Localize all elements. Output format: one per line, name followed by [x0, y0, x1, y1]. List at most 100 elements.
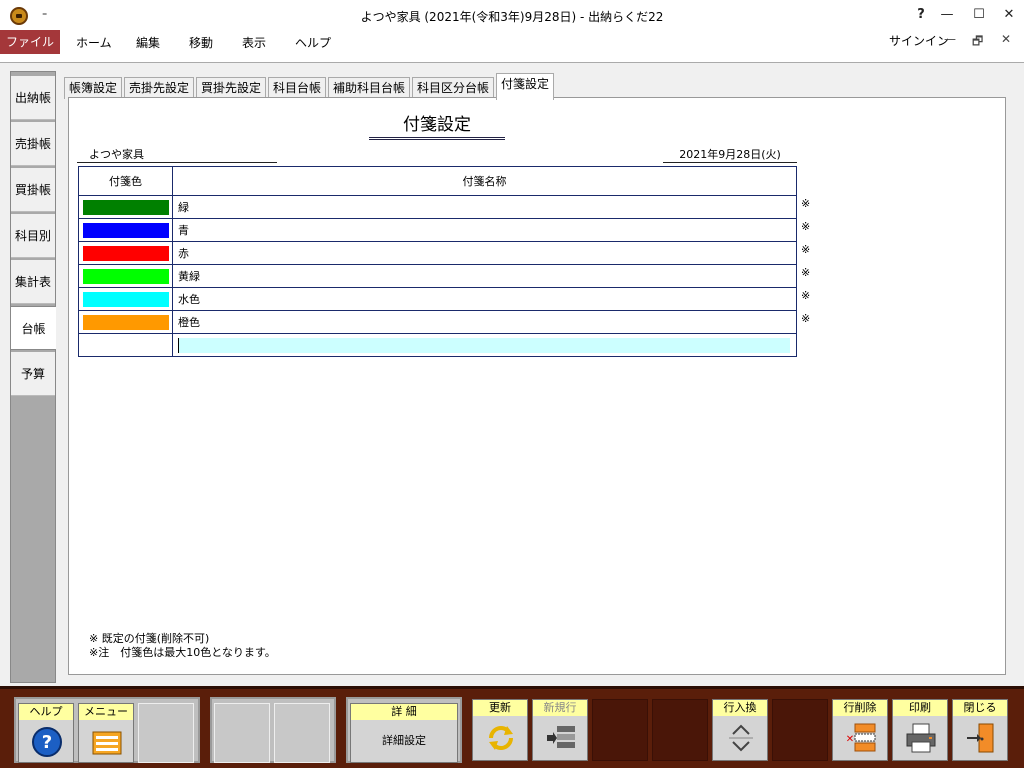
close-button[interactable]: 閉じる: [952, 699, 1008, 761]
new-row-icon: [547, 726, 575, 748]
table-row[interactable]: 水色: [78, 287, 797, 311]
title-bar: ₌ よつや家具 (2021年(令和3年)9月28日) - 出納らくだ22 ? —…: [0, 0, 1024, 30]
table-row[interactable]: 青: [78, 218, 797, 242]
minimize-button[interactable]: —: [932, 4, 962, 26]
color-swatch[interactable]: [82, 268, 169, 284]
sidebar-item-by-account[interactable]: 科目別: [11, 214, 55, 258]
table-row[interactable]: 橙色: [78, 310, 797, 334]
sub-close-button[interactable]: ✕: [1001, 32, 1011, 46]
detail-button-label: 詳 細: [351, 704, 457, 720]
refresh-button-label: 更新: [473, 700, 527, 716]
tab-account-category-ledger[interactable]: 科目区分台帳: [412, 77, 495, 99]
sidebar-item-cashbook[interactable]: 出納帳: [11, 76, 55, 120]
refresh-button[interactable]: 更新: [472, 699, 528, 761]
color-cell[interactable]: [78, 241, 173, 265]
sidebar: 出納帳 売掛帳 買掛帳 科目別 集計表 台帳 予算: [10, 71, 56, 683]
empty-slot: [214, 703, 270, 763]
color-cell[interactable]: [78, 310, 173, 334]
delete-row-icon: ✕: [846, 723, 876, 752]
sub-minimize-button[interactable]: —: [944, 32, 956, 46]
default-mark: ※: [801, 243, 811, 256]
sidebar-item-summary[interactable]: 集計表: [11, 260, 55, 304]
delete-row-button[interactable]: 行削除 ✕: [832, 699, 888, 761]
detail-button[interactable]: 詳 細 詳細設定: [350, 703, 458, 763]
color-swatch[interactable]: [82, 291, 169, 307]
tag-name-cell[interactable]: 水色: [172, 287, 797, 311]
help-button-label: ヘルプ: [19, 704, 73, 720]
content-area: 帳簿設定 売掛先設定 買掛先設定 科目台帳 補助科目台帳 科目区分台帳 付箋設定…: [62, 71, 1012, 683]
color-cell[interactable]: [78, 195, 173, 219]
empty-slot: [592, 699, 648, 761]
menu-move[interactable]: 移動: [189, 34, 213, 51]
toolbar-group-detail: 詳 細 詳細設定: [346, 697, 462, 763]
sidebar-item-ledger[interactable]: 台帳: [10, 306, 56, 350]
sidebar-item-budget[interactable]: 予算: [11, 352, 55, 396]
note-max-colors: ※注 付箋色は最大10色となります。: [89, 646, 276, 659]
menu-edit[interactable]: 編集: [136, 34, 160, 51]
new-tag-name-cell[interactable]: [172, 333, 797, 357]
sidebar-item-receivables[interactable]: 売掛帳: [11, 122, 55, 166]
delete-row-button-label: 行削除: [833, 700, 887, 716]
swap-rows-button-label: 行入換: [713, 700, 767, 716]
swap-arrows-icon: [729, 724, 753, 752]
menu-icon: [92, 731, 122, 755]
empty-slot: [274, 703, 330, 763]
tag-name-cell[interactable]: 青: [172, 218, 797, 242]
tag-name-cell[interactable]: 緑: [172, 195, 797, 219]
color-swatch[interactable]: [82, 222, 169, 238]
bottom-toolbar: ヘルプ ? メニュー 詳 細 詳細設定 更新 新規行 行入換 行削除 ✕ 印刷 …: [0, 686, 1024, 768]
tag-name-cell[interactable]: 黄緑: [172, 264, 797, 288]
menu-button[interactable]: メニュー: [78, 703, 134, 763]
exit-door-icon: [967, 723, 994, 753]
note-default-tags: ※ 既定の付箋(削除不可): [89, 632, 210, 645]
tag-settings-panel: 付箋設定 よつや家具 2021年9月28日(火) 付箋色 付箋名称 緑 青 赤 …: [68, 97, 1006, 675]
empty-slot: [138, 703, 194, 763]
svg-text:✕: ✕: [846, 734, 854, 745]
tab-sub-account-ledger[interactable]: 補助科目台帳: [328, 77, 411, 99]
svg-text:?: ?: [42, 732, 52, 753]
tag-name-cell[interactable]: 橙色: [172, 310, 797, 334]
table-header-row: 付箋色 付箋名称: [78, 166, 797, 196]
color-swatch[interactable]: [82, 314, 169, 330]
new-table-row[interactable]: [78, 333, 797, 357]
tab-payable-settings[interactable]: 買掛先設定: [196, 77, 267, 99]
detail-settings-text: 詳細設定: [382, 734, 426, 747]
tag-name-cell[interactable]: 赤: [172, 241, 797, 265]
color-swatch[interactable]: [82, 199, 169, 215]
sub-restore-button[interactable]: 🗗: [972, 32, 983, 53]
printer-icon: [906, 723, 936, 753]
tab-account-ledger[interactable]: 科目台帳: [268, 77, 327, 99]
table-row[interactable]: 緑: [78, 195, 797, 219]
print-button[interactable]: 印刷: [892, 699, 948, 761]
new-row-button[interactable]: 新規行: [532, 699, 588, 761]
tab-book-settings[interactable]: 帳簿設定: [64, 77, 123, 99]
swap-rows-button[interactable]: 行入換: [712, 699, 768, 761]
signin-link[interactable]: サインイン: [889, 32, 949, 49]
menu-view[interactable]: 表示: [242, 34, 266, 51]
tab-tag-settings[interactable]: 付箋設定: [496, 73, 555, 100]
default-mark: ※: [801, 266, 811, 279]
color-swatch[interactable]: [82, 245, 169, 261]
tag-table: 付箋色 付箋名称 緑 青 赤 黄緑 水色 橙色: [78, 166, 797, 357]
color-cell[interactable]: [78, 218, 173, 242]
new-tag-name-input[interactable]: [178, 337, 790, 353]
color-cell[interactable]: [78, 287, 173, 311]
sidebar-item-payables[interactable]: 買掛帳: [11, 168, 55, 212]
current-date: 2021年9月28日(火): [663, 146, 797, 163]
close-window-button[interactable]: ✕: [994, 4, 1024, 26]
toolbar-group-help: ヘルプ ? メニュー: [14, 697, 200, 763]
tab-receivable-settings[interactable]: 売掛先設定: [124, 77, 195, 99]
menu-help[interactable]: ヘルプ: [295, 34, 331, 51]
table-row[interactable]: 赤: [78, 241, 797, 265]
help-icon: ?: [32, 727, 62, 757]
table-row[interactable]: 黄緑: [78, 264, 797, 288]
new-color-cell[interactable]: [78, 333, 173, 357]
maximize-button[interactable]: ☐: [964, 4, 994, 26]
help-button[interactable]: ヘルプ ?: [18, 703, 74, 763]
toolbar-group-empty: [210, 697, 336, 763]
company-name: よつや家具: [77, 146, 277, 163]
color-cell[interactable]: [78, 264, 173, 288]
menu-home[interactable]: ホーム: [76, 34, 112, 51]
empty-slot: [772, 699, 828, 761]
menu-file[interactable]: ファイル: [0, 30, 60, 54]
